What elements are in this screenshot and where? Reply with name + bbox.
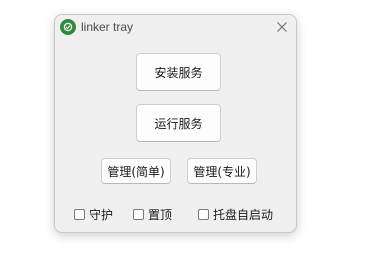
pin-top-checkbox-box[interactable]	[133, 208, 144, 220]
pin-top-checkbox[interactable]: 置顶	[133, 205, 172, 223]
manage-simple-button[interactable]: 管理(简单)	[101, 158, 171, 184]
pin-top-checkbox-label: 置顶	[148, 207, 173, 222]
tray-autostart-checkbox-box[interactable]	[198, 208, 209, 220]
install-service-button[interactable]: 安装服务	[136, 53, 221, 91]
close-icon[interactable]	[274, 19, 290, 35]
guard-checkbox[interactable]: 守护	[74, 205, 113, 223]
title-bar[interactable]: linker tray	[55, 15, 296, 41]
manage-pro-button[interactable]: 管理(专业)	[187, 158, 257, 184]
linker-tray-window: linker tray 安装服务 运行服务 管理(简单) 管理(专业) 守护 置…	[54, 14, 297, 233]
guard-checkbox-label: 守护	[89, 207, 114, 222]
linker-app-icon	[60, 19, 76, 35]
tray-autostart-checkbox-label: 托盘自启动	[213, 207, 274, 222]
window-title: linker tray	[81, 20, 134, 34]
run-service-button[interactable]: 运行服务	[136, 104, 221, 142]
tray-autostart-checkbox[interactable]: 托盘自启动	[198, 205, 273, 223]
options-checkboxes: 守护 置顶 托盘自启动	[55, 205, 296, 223]
guard-checkbox-box[interactable]	[74, 208, 85, 220]
